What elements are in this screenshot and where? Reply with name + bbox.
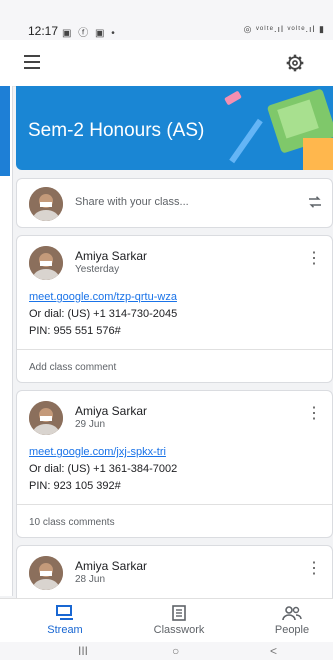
stream-content: Sem-2 Honours (AS) Share with your class… [16,86,333,598]
bottom-navigation: Stream Classwork People [0,598,333,643]
post-card[interactable]: Amiya Sarkar 29 Jun ⋮ meet.google.com/jx… [16,390,333,538]
left-panel-peek [0,86,13,596]
post-author: Amiya Sarkar [75,404,148,418]
notification-icons: ▣ ⓕ ▣ • [62,28,117,39]
class-title: Sem-2 Honours (AS) [28,120,205,141]
avatar [29,401,63,435]
class-banner: Sem-2 Honours (AS) [16,86,333,170]
meet-link[interactable]: meet.google.com/jxj-spkx-tri [29,446,166,458]
avatar [29,556,63,590]
back-button[interactable]: < [270,644,277,658]
classwork-icon [172,605,186,621]
banner-illustration [224,89,333,170]
pin-info: PIN: 955 551 576# [29,325,121,337]
meet-link[interactable]: meet.google.com/tzp-qrtu-wza [29,291,177,303]
gear-icon[interactable] [285,53,305,73]
people-icon [282,606,302,621]
nav-classwork[interactable]: Classwork [134,605,224,636]
menu-icon[interactable] [24,55,40,69]
system-navigation: III ○ < [0,642,333,660]
nav-people-label: People [274,624,310,636]
more-vert-icon[interactable]: ⋮ [306,403,322,423]
divider [17,349,332,350]
dial-info: Or dial: (US) +1 314-730-2045 [29,308,178,320]
nav-stream[interactable]: Stream [20,605,110,636]
top-app-bar: ⋮ [0,40,333,87]
post-date: 29 Jun [75,419,106,430]
recent-apps-button[interactable]: III [78,644,88,658]
status-bar: 12:17 ▣ ⓕ ▣ • ◎ ᵛᵒˡᵗᵉ.ıl ᵛᵒˡᵗᵉ.ıl ▮ [0,0,333,40]
divider [17,504,332,505]
post-author: Amiya Sarkar [75,559,148,573]
nav-stream-label: Stream [47,624,83,636]
nav-people[interactable]: People [247,605,333,636]
share-placeholder: Share with your class... [75,196,189,208]
nav-classwork-label: Classwork [153,624,205,636]
more-vert-icon[interactable]: ⋮ [306,248,322,268]
post-date: Yesterday [75,264,120,275]
class-comments-link[interactable]: 10 class comments [29,517,115,528]
avatar [29,246,63,280]
status-time: 12:17 [28,24,59,38]
share-with-class[interactable]: Share with your class... [16,178,333,228]
more-vert-icon[interactable]: ⋮ [306,558,322,578]
add-comment-button[interactable]: Add class comment [29,362,116,373]
more-vert-icon[interactable]: ⋮ [326,52,333,72]
stream-icon [56,605,73,620]
post-date: 28 Jun [75,574,106,585]
post-card[interactable]: Amiya Sarkar Yesterday ⋮ meet.google.com… [16,235,333,383]
post-author: Amiya Sarkar [75,249,148,263]
post-card[interactable]: Amiya Sarkar 28 Jun ⋮ [16,545,333,598]
signal-battery-icons: ◎ ᵛᵒˡᵗᵉ.ıl ᵛᵒˡᵗᵉ.ıl ▮ [243,24,325,34]
repost-icon[interactable] [306,193,324,211]
home-button[interactable]: ○ [172,644,179,658]
avatar [29,187,63,221]
dial-info: Or dial: (US) +1 361-384-7002 [29,463,178,475]
pin-info: PIN: 923 105 392# [29,480,121,492]
